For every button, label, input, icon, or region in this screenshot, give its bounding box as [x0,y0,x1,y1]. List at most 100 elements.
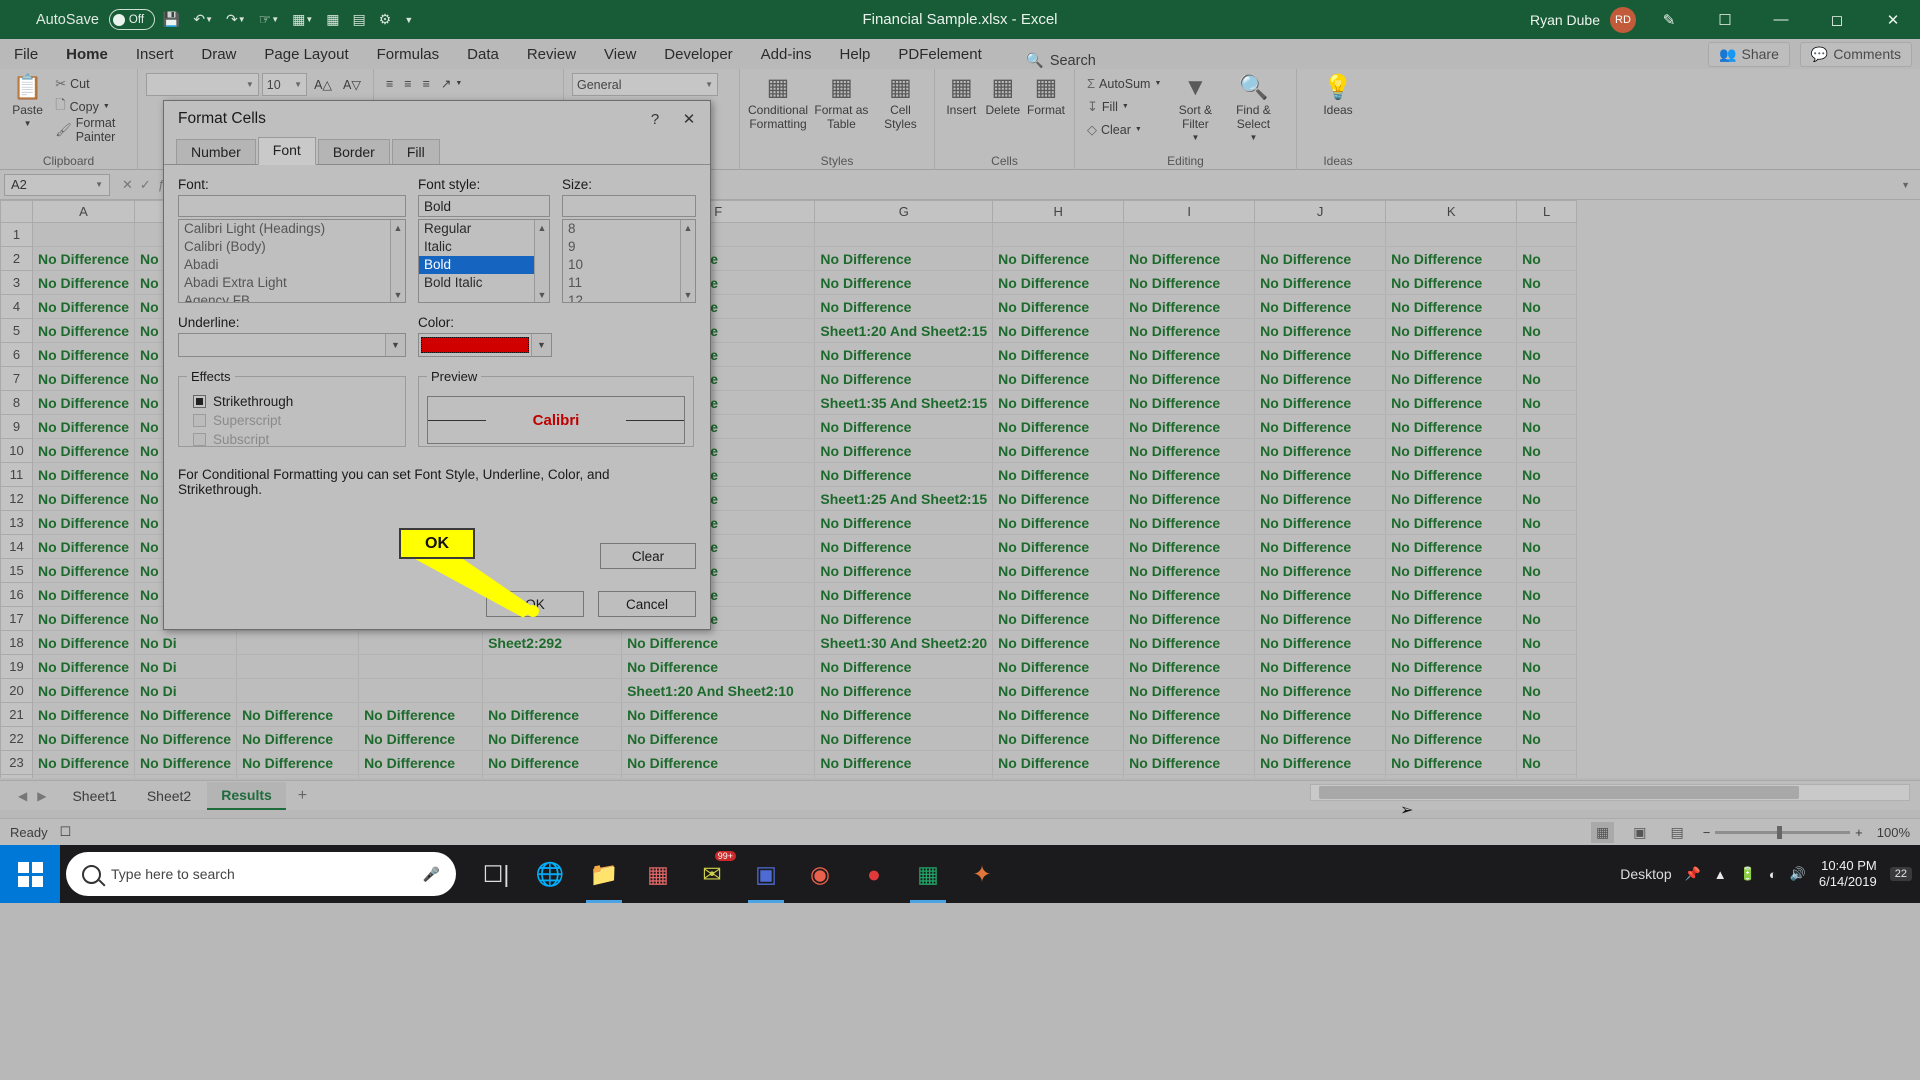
grid-cell[interactable]: No [1516,342,1578,367]
grid-cell[interactable]: No Difference [1123,486,1256,511]
table-row[interactable]: 22 No Difference No Difference No Differenc… [0,726,1578,751]
dialog-tab-border[interactable]: Border [317,139,390,164]
grid-cell[interactable]: No Difference [32,510,136,535]
zoom-out-button[interactable]: − [1703,825,1711,840]
tab-help[interactable]: Help [826,42,885,69]
scroll-down-icon[interactable]: ▼ [535,287,549,302]
grid-cell[interactable]: No Difference [32,390,136,415]
grid-cell[interactable]: No Difference [1254,486,1387,511]
grid-cell[interactable]: No Di [134,654,238,679]
restore-window-icon[interactable]: ☐ [1702,0,1748,39]
cell-styles-button[interactable]: ▦ Cell Styles [875,73,926,132]
grid-cell[interactable]: No Difference [992,774,1125,778]
grid-cell[interactable]: No Difference [814,774,994,778]
grid-cell[interactable]: No Difference [32,342,136,367]
grid-cell[interactable]: No Difference [814,246,994,271]
grid-cell[interactable]: No Difference [814,366,994,391]
column-header-j[interactable]: J [1254,200,1387,223]
size-listbox[interactable]: 8 9 10 11 12 14 ▲ ▼ [562,219,696,303]
dialog-tab-number[interactable]: Number [176,139,256,164]
scrollbar-thumb[interactable] [1319,786,1799,799]
edge-icon[interactable]: 🌐 [524,845,576,903]
grid-cell[interactable]: No Difference [814,654,994,679]
grid-cell[interactable]: No Difference [1385,726,1518,751]
grid-cell[interactable]: No Difference [621,750,816,775]
task-view-icon[interactable]: ☐| [470,845,522,903]
normal-view-button[interactable]: ▦ [1591,821,1615,843]
grid-cell[interactable]: No Difference [1254,582,1387,607]
grid-cell[interactable] [236,630,360,655]
align-top-button[interactable]: ≡ [382,73,397,94]
grid-cell[interactable]: No Difference [1123,438,1256,463]
zoom-slider[interactable]: − + [1703,825,1863,840]
grid-cell[interactable]: No Difference [32,486,136,511]
name-box[interactable]: A2 ▼ [4,173,110,196]
grid-cell[interactable]: No [1516,318,1578,343]
grid-cell[interactable]: No Difference [814,462,994,487]
grid-cell[interactable]: No Difference [1254,342,1387,367]
grid-cell[interactable]: No Difference [1385,366,1518,391]
grid-cell[interactable]: No Difference [621,630,816,655]
grid-cell[interactable]: No Difference [1254,558,1387,583]
grid-cell[interactable]: No Difference [621,702,816,727]
grid-cell[interactable]: No Difference [814,750,994,775]
scroll-up-icon[interactable]: ▲ [535,220,549,235]
grid-cell[interactable]: No Difference [992,270,1125,295]
row-header[interactable]: 2 [0,246,33,271]
grid-cell[interactable]: No [1516,294,1578,319]
grid-cell[interactable]: No [1516,606,1578,631]
orientation-button[interactable]: ↗ ▼ [437,73,466,94]
grid-cell[interactable]: No Difference [1254,414,1387,439]
subscript-checkbox[interactable]: Subscript [193,432,397,447]
row-header[interactable]: 7 [0,366,33,391]
grid-cell[interactable]: No [1516,678,1578,703]
grid-cell[interactable]: No Difference [1385,246,1518,271]
grid-cell[interactable]: No Difference [1385,342,1518,367]
grid-cell[interactable]: No [1516,726,1578,751]
row-header[interactable]: 23 [0,750,33,775]
grid-cell[interactable]: No Difference [134,726,238,751]
search-box[interactable]: 🔍 Search [1026,52,1096,70]
number-format-combo[interactable]: General ▼ [572,73,718,96]
grid-cell[interactable]: No [1516,366,1578,391]
user-name[interactable]: Ryan Dube [1530,12,1600,28]
grid-cell[interactable]: No Difference [32,270,136,295]
grid-cell[interactable]: No Difference [32,366,136,391]
column-header-g[interactable]: G [814,200,994,223]
grid-cell[interactable]: No Difference [621,774,816,778]
grid-cell[interactable]: No Difference [134,702,238,727]
grid-cell[interactable]: No Difference [992,510,1125,535]
sort-filter-button[interactable]: ▼ Sort & Filter ▼ [1169,73,1221,143]
zoom-in-button[interactable]: + [1855,825,1863,840]
file-explorer-icon[interactable]: 📁 [578,845,630,903]
font-option[interactable]: Calibri (Body) [179,238,405,256]
sheet-tab-sheet1[interactable]: Sheet1 [58,783,130,809]
row-header[interactable]: 3 [0,270,33,295]
grid-cell[interactable]: No Difference [482,774,623,778]
grid-cell[interactable]: No Difference [992,294,1125,319]
dialog-tab-fill[interactable]: Fill [391,139,440,164]
grid-cell[interactable]: No Difference [1123,294,1256,319]
grid-cell[interactable]: No Difference [236,774,360,778]
row-header[interactable]: 6 [0,342,33,367]
row-header[interactable]: 8 [0,390,33,415]
grid-cell[interactable]: No Difference [1254,294,1387,319]
grid-cell[interactable]: No Difference [1254,606,1387,631]
tab-review[interactable]: Review [513,42,590,69]
grid-cell[interactable]: No Difference [992,750,1125,775]
grid-cell[interactable]: No Difference [992,414,1125,439]
grid-cell[interactable]: Sheet1:25 And Sheet2:15 [814,486,994,511]
grid-cell[interactable]: No Difference [992,558,1125,583]
grid-cell[interactable]: No Difference [992,366,1125,391]
grid-cell[interactable]: No Difference [1123,750,1256,775]
grid-cell[interactable]: No Difference [32,414,136,439]
grid-cell[interactable]: No Difference [621,726,816,751]
grid-cell[interactable]: No Difference [1123,462,1256,487]
comments-button[interactable]: 💬 Comments [1799,41,1912,67]
font-option[interactable]: Abadi Extra Light [179,274,405,292]
grid-cell[interactable]: No Difference [1385,654,1518,679]
grid-cell[interactable]: No Difference [814,558,994,583]
grid-cell[interactable]: No Difference [236,750,360,775]
row-header[interactable]: 21 [0,702,33,727]
chevron-down-icon[interactable]: ▼ [385,334,405,356]
